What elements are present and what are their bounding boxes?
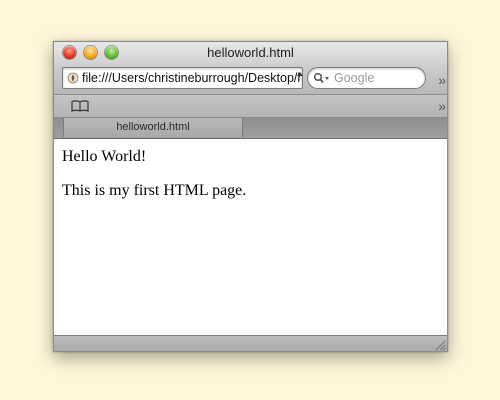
search-icon (313, 72, 329, 84)
page-heading-text: Hello World! (62, 148, 147, 165)
browser-window: helloworld.html file:///Users/christineb… (53, 41, 448, 352)
status-bar (54, 335, 447, 351)
bookmarks-bar: » (54, 95, 447, 118)
resize-grip-icon[interactable] (434, 339, 446, 351)
file-icon (67, 72, 79, 84)
address-bar[interactable]: file:///Users/christineburrough/Desktop/… (62, 67, 303, 89)
title-bar[interactable]: helloworld.html file:///Users/christineb… (54, 42, 447, 95)
reload-arrow-icon[interactable] (297, 72, 303, 76)
search-input[interactable]: Google (307, 67, 426, 89)
page-body-text: This is my first HTML page. (62, 182, 247, 199)
bookmarks-overflow-chevron-icon[interactable]: » (438, 99, 446, 113)
tab-bar: helloworld.html (54, 118, 447, 139)
tab-helloworld[interactable]: helloworld.html (63, 118, 243, 137)
page-content: Hello World! This is my first HTML page. (54, 139, 447, 335)
window-title: helloworld.html (207, 45, 294, 60)
book-icon[interactable] (71, 100, 89, 112)
address-bar-text: file:///Users/christineburrough/Desktop/… (82, 71, 302, 85)
search-placeholder: Google (334, 71, 375, 85)
toolbar-overflow-chevron-icon[interactable]: » (438, 73, 446, 87)
